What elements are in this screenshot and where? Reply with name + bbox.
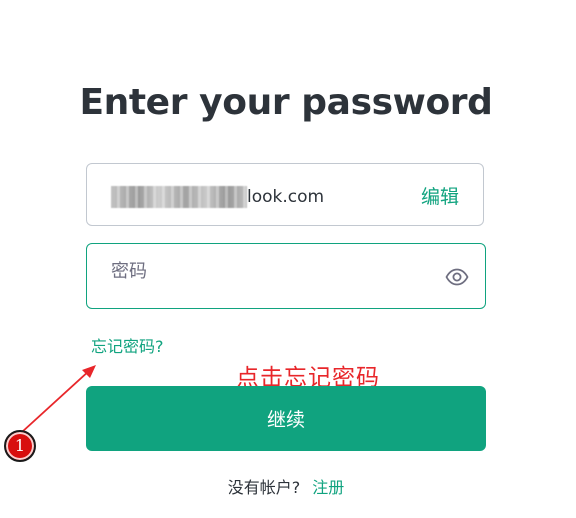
forgot-password-link[interactable]: 忘记密码? <box>91 333 164 357</box>
login-page: Enter your password look.com 编辑 忘记密码? 点击… <box>0 0 576 518</box>
email-field: look.com 编辑 <box>86 163 484 226</box>
password-field[interactable] <box>86 243 486 309</box>
signup-row: 没有帐户? 注册 <box>0 474 572 498</box>
continue-button[interactable]: 继续 <box>86 386 486 451</box>
email-redacted-blur <box>111 186 247 208</box>
edit-email-link[interactable]: 编辑 <box>421 185 459 209</box>
eye-icon[interactable] <box>445 265 469 289</box>
signup-prompt: 没有帐户? <box>227 478 301 497</box>
signup-link[interactable]: 注册 <box>312 478 344 497</box>
annotation-step-badge: 1 <box>4 430 36 462</box>
password-input[interactable] <box>107 256 435 286</box>
page-title: Enter your password <box>79 82 493 123</box>
email-domain-text: look.com <box>247 187 325 207</box>
